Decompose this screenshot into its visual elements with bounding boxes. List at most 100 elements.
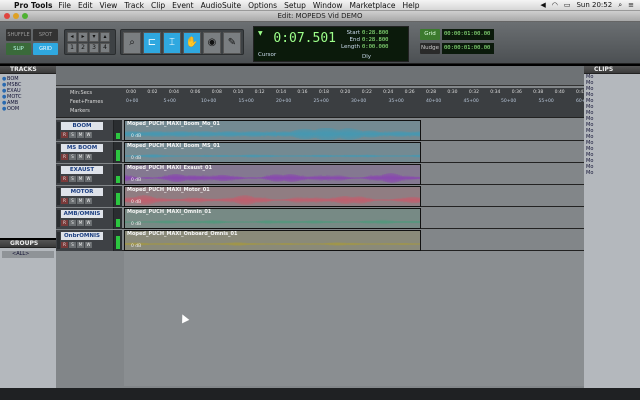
trim-tool-icon[interactable]: ⊏	[143, 32, 161, 54]
clip-gain[interactable]: 0 dB	[131, 222, 141, 227]
clip-gain[interactable]: 0 dB	[131, 134, 141, 139]
delay-label[interactable]: Dly	[362, 54, 371, 60]
pencil-tool-icon[interactable]: ✎	[223, 32, 241, 54]
audio-clip[interactable]: Moped_PUCH_MAXI_Boom_MS_01 0 dB	[124, 142, 421, 163]
menu-app[interactable]: Pro Tools	[14, 1, 52, 10]
ruler-min-secs-label[interactable]: Min:Secs	[70, 90, 92, 96]
length-value[interactable]: 0:00.000	[362, 44, 389, 50]
record-enable-button[interactable]: R	[61, 132, 68, 138]
mute-button[interactable]: M	[77, 132, 84, 138]
track-select[interactable]	[57, 210, 60, 227]
solo-button[interactable]: S	[69, 220, 76, 226]
audio-clip[interactable]: Moped_PUCH_MAXI_Omnin_01 0 dB	[124, 208, 421, 229]
automation-mode-button[interactable]: W	[85, 132, 92, 138]
grid-value[interactable]: 00:00:01:00.00	[442, 28, 494, 40]
selector-tool-icon[interactable]: ⌶	[163, 32, 181, 54]
menu-file[interactable]: File	[58, 1, 71, 10]
solo-button[interactable]: S	[69, 198, 76, 204]
battery-icon[interactable]: ▭	[564, 1, 571, 9]
clip-gain[interactable]: 0 dB	[131, 200, 141, 205]
clip-gain[interactable]: 0 dB	[131, 178, 141, 183]
track-name[interactable]: EXAUST	[61, 166, 103, 174]
nudge-value[interactable]: 00:00:01:00.00	[442, 42, 494, 54]
solo-button[interactable]: S	[69, 242, 76, 248]
start-value[interactable]: 0:28.800	[362, 30, 389, 36]
audio-clip[interactable]: Moped_PUCH_MAXI_Onboard_Omnis_01 0 dB	[124, 230, 421, 251]
menu-event[interactable]: Event	[172, 1, 194, 10]
wifi-icon[interactable]: ◠	[552, 1, 558, 9]
menu-window[interactable]: Window	[313, 1, 343, 10]
record-enable-button[interactable]: R	[61, 176, 68, 182]
clip-gain[interactable]: 0 dB	[131, 244, 141, 249]
track-name[interactable]: BOOM	[61, 122, 103, 130]
menu-view[interactable]: View	[100, 1, 118, 10]
mode-shuffle[interactable]: SHUFFLE	[6, 29, 31, 41]
universe-view[interactable]	[56, 66, 584, 86]
mute-button[interactable]: M	[77, 220, 84, 226]
zoomer-tool-icon[interactable]: ⌕	[123, 32, 141, 54]
empty-track-area[interactable]	[124, 251, 584, 386]
zoom-preset-3[interactable]: 3	[89, 43, 99, 53]
close-icon[interactable]	[4, 13, 10, 19]
zoom-in-h-icon[interactable]: ▸	[78, 32, 88, 42]
clip-gain[interactable]: 0 dB	[131, 156, 141, 161]
zoom-in-v-icon[interactable]: ▴	[100, 32, 110, 42]
mute-button[interactable]: M	[77, 176, 84, 182]
record-enable-button[interactable]: R	[61, 242, 68, 248]
mute-button[interactable]: M	[77, 198, 84, 204]
grabber-tool-icon[interactable]: ✋	[183, 32, 201, 54]
record-enable-button[interactable]: R	[61, 154, 68, 160]
nudge-button[interactable]: Nudge	[420, 42, 440, 54]
list-icon[interactable]: ≡	[628, 1, 634, 9]
grid-button[interactable]: Grid	[420, 28, 440, 40]
track-select[interactable]	[57, 144, 60, 161]
track-select[interactable]	[57, 188, 60, 205]
main-counter-value[interactable]: 0:07.501	[258, 29, 336, 49]
menu-options[interactable]: Options	[248, 1, 277, 10]
solo-button[interactable]: S	[69, 132, 76, 138]
zoom-out-h-icon[interactable]: ◂	[67, 32, 77, 42]
track-name[interactable]: AMB/OMNIS	[61, 210, 103, 218]
groups-panel-title[interactable]: GROUPS	[0, 240, 56, 248]
menu-edit[interactable]: Edit	[78, 1, 93, 10]
menu-help[interactable]: Help	[402, 1, 419, 10]
mute-button[interactable]: M	[77, 154, 84, 160]
tracks-panel-title[interactable]: TRACKS	[0, 66, 56, 74]
record-enable-button[interactable]: R	[61, 198, 68, 204]
zoom-icon[interactable]	[22, 13, 28, 19]
automation-mode-button[interactable]: W	[85, 198, 92, 204]
automation-mode-button[interactable]: W	[85, 220, 92, 226]
menu-track[interactable]: Track	[124, 1, 144, 10]
track-select[interactable]	[57, 122, 60, 139]
solo-button[interactable]: S	[69, 176, 76, 182]
menu-setup[interactable]: Setup	[284, 1, 306, 10]
mode-grid[interactable]: GRID	[33, 43, 58, 55]
track-select[interactable]	[57, 232, 60, 249]
zoom-preset-2[interactable]: 2	[78, 43, 88, 53]
audio-clip[interactable]: Moped_PUCH_MAXI_Exaust_01 0 dB	[124, 164, 421, 185]
clips-list-item[interactable]: Mo	[584, 170, 640, 176]
ruler-markers-label[interactable]: Markers	[70, 108, 90, 114]
zoom-preset-4[interactable]: 4	[100, 43, 110, 53]
solo-button[interactable]: S	[69, 154, 76, 160]
scrubber-tool-icon[interactable]: ◉	[203, 32, 221, 54]
zoom-out-v-icon[interactable]: ▾	[89, 32, 99, 42]
record-enable-button[interactable]: R	[61, 220, 68, 226]
automation-mode-button[interactable]: W	[85, 242, 92, 248]
menu-marketplace[interactable]: Marketplace	[350, 1, 396, 10]
automation-mode-button[interactable]: W	[85, 154, 92, 160]
track-name[interactable]: MS BOOM	[61, 144, 103, 152]
menu-clip[interactable]: Clip	[151, 1, 165, 10]
track-name[interactable]: OnbrOMNIS	[61, 232, 103, 240]
menu-audiosuite[interactable]: AudioSuite	[201, 1, 241, 10]
minimize-icon[interactable]	[13, 13, 19, 19]
mode-spot[interactable]: SPOT	[33, 29, 58, 41]
volume-icon[interactable]: ◀	[540, 1, 545, 9]
mute-button[interactable]: M	[77, 242, 84, 248]
automation-mode-button[interactable]: W	[85, 176, 92, 182]
tracks-list-item[interactable]: ● OOM	[2, 106, 54, 112]
audio-clip[interactable]: Moped_PUCH_MAXI_Boom_Mo_01 0 dB	[124, 120, 421, 141]
zoom-preset-1[interactable]: 1	[67, 43, 77, 53]
group-all[interactable]: <ALL>	[2, 251, 54, 258]
clock[interactable]: Sun 20:52	[576, 1, 612, 9]
